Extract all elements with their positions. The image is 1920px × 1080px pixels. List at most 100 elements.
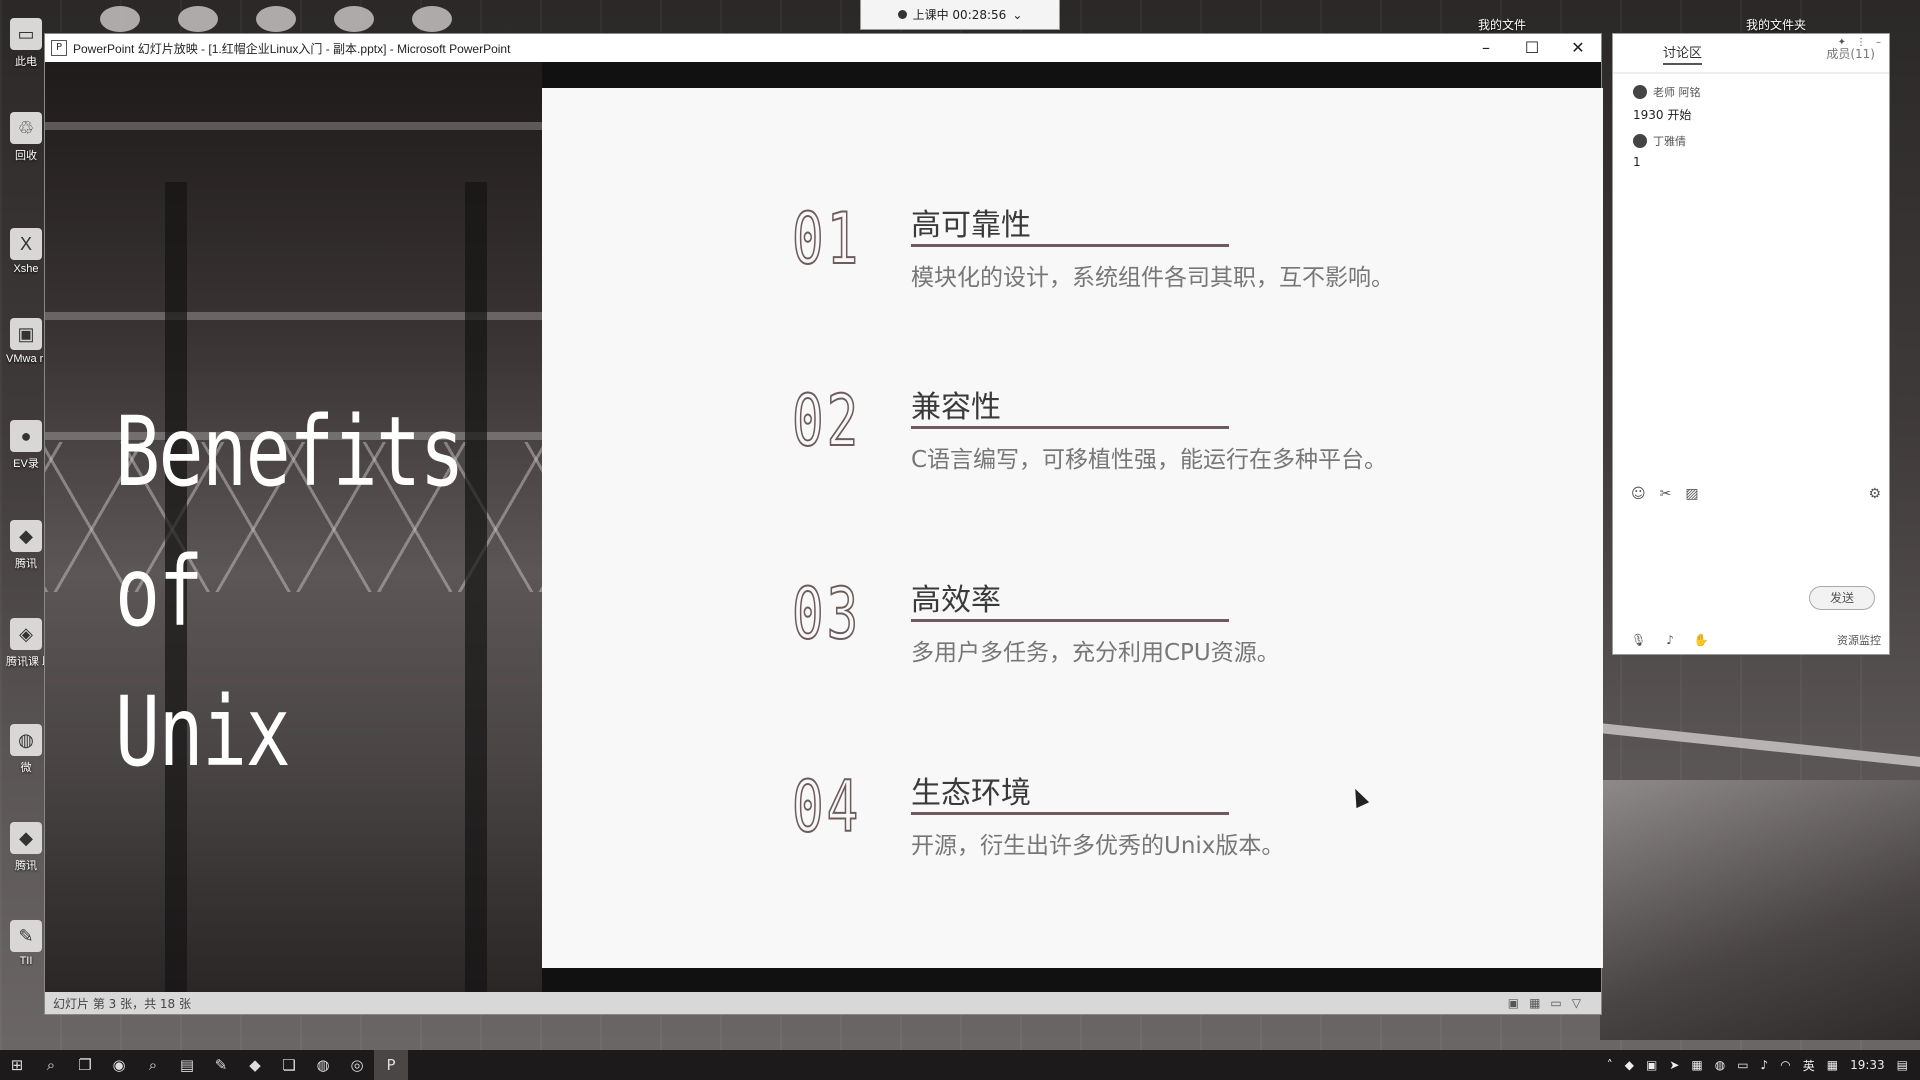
photo-beam [45, 122, 542, 130]
close-button[interactable]: ✕ [1555, 34, 1601, 62]
app-icon[interactable]: ◎ [340, 1050, 374, 1080]
item-description: C语言编写，可移植性强，能运行在多种平台。 [911, 447, 1388, 473]
desktop-icon[interactable]: ▭ 此电 [6, 18, 46, 69]
item-description: 多用户多任务，充分利用CPU资源。 [911, 640, 1280, 666]
search-app-icon[interactable]: ⌕ [136, 1050, 170, 1080]
tab-discussion[interactable]: 讨论区 [1663, 42, 1703, 65]
ime-indicator[interactable]: 英 [1803, 1057, 1815, 1074]
task-view-icon[interactable]: ❐ [68, 1050, 102, 1080]
discussion-panel: ✦ ⋮ – 讨论区 成员(11) 老师 阿铭 1930 开始 丁雅倩 1 ☺ ✂… [1612, 33, 1890, 655]
app-icon[interactable] [412, 6, 452, 32]
windows-start-icon[interactable]: ⊞ [0, 1050, 34, 1080]
clock[interactable]: 19:33 [1850, 1058, 1885, 1072]
desktop-icon[interactable]: ✎ TII [6, 920, 46, 967]
status-bar: 幻灯片 第 3 张，共 18 张 ▣ ▦ ▭ ▽ [45, 992, 1601, 1014]
send-icon[interactable]: ➤ [1669, 1058, 1679, 1072]
wifi-icon[interactable]: ◠ [1780, 1058, 1790, 1072]
desktop-icon[interactable]: ◈ 腾讯课 助 [6, 618, 46, 669]
app-icon[interactable]: ◆ [238, 1050, 272, 1080]
desktop-icon[interactable]: ▣ VMwa rkstatic [6, 318, 46, 365]
wechat-icon: ◍ [10, 724, 42, 756]
app-icon[interactable] [256, 6, 296, 32]
reading-view-icon[interactable]: ▭ [1550, 996, 1561, 1010]
desktop-icon[interactable]: ◍ 微 [6, 724, 46, 775]
item-number: 02 [791, 379, 862, 463]
message-author: 老师 阿铭 [1633, 84, 1875, 100]
computer-icon: ▭ [10, 18, 42, 50]
chevron-down-icon[interactable]: ⌄ [1012, 8, 1022, 22]
tencent-class-icon: ◈ [10, 618, 42, 650]
notification-icon[interactable]: ▤ [1897, 1058, 1908, 1072]
app-icon[interactable] [100, 6, 140, 32]
normal-view-icon[interactable]: ▣ [1508, 996, 1519, 1010]
slide-title-line: Unix [115, 676, 291, 788]
tray-app-icon[interactable]: ▦ [1691, 1058, 1702, 1072]
class-status-bar[interactable]: 上课中 00:28:56 ⌄ [860, 0, 1060, 30]
speaker-icon[interactable]: ♪ [1666, 633, 1674, 647]
slideshow-view-icon[interactable]: ▽ [1572, 996, 1581, 1010]
desktop-icons: ▭ 此电 ♲ 回收 X Xshe ▣ VMwa rkstatic ● EV录 ◆… [0, 0, 46, 1050]
desktop-icon[interactable]: ◆ 腾讯 [6, 822, 46, 873]
search-icon[interactable]: ⌕ [34, 1050, 68, 1080]
pin-icon[interactable]: ✦ [1838, 37, 1846, 48]
message-text: 1 [1633, 155, 1641, 169]
benefit-item: 03 高效率 多用户多任务，充分利用CPU资源。 [542, 572, 1603, 693]
benefit-item: 01 高可靠性 模块化的设计，系统组件各司其职，互不影响。 [542, 197, 1603, 318]
powerpoint-taskbar-icon[interactable]: P [374, 1050, 408, 1080]
desktop-icon[interactable]: ◆ 腾讯 [6, 520, 46, 571]
resource-monitor[interactable]: 资源监控 [1837, 632, 1881, 648]
chevron-up-icon[interactable]: ˄ [1607, 1058, 1613, 1072]
item-underline [911, 426, 1229, 429]
image-icon[interactable]: ▨ [1685, 486, 1698, 502]
chat-message: 丁雅倩 1 [1613, 123, 1889, 169]
slide-title: Benefits of Unix [115, 382, 465, 802]
tray-app-icon[interactable]: ◆ [1625, 1058, 1634, 1072]
scissors-icon[interactable]: ✂ [1660, 486, 1672, 502]
powerpoint-icon: P [51, 40, 67, 56]
tray-app-icon[interactable]: ▣ [1646, 1058, 1657, 1072]
handraise-icon[interactable]: ✋ [1694, 633, 1709, 647]
desktop-icon[interactable]: X Xshe [6, 228, 46, 275]
volume-icon[interactable]: ♪ [1761, 1058, 1769, 1072]
window-titlebar[interactable]: P PowerPoint 幻灯片放映 - [1.红帽企业Linux入门 - 副本… [45, 34, 1601, 62]
slide-title-line: of [115, 536, 204, 648]
item-description: 开源，衍生出许多优秀的Unix版本。 [911, 833, 1285, 859]
panel-controls: ✦ ⋮ – [1838, 37, 1881, 48]
system-tray: ˄ ◆ ▣ ➤ ▦ ◍ ▭ ♪ ◠ 英 ▦ 19:33 ▤ [1607, 1057, 1920, 1074]
app-icon[interactable] [178, 6, 218, 32]
keyboard-icon[interactable]: ▦ [1827, 1058, 1838, 1072]
slide-show-area[interactable]: Benefits of Unix 01 高可靠性 模块化的设计，系统组件各司其职… [45, 62, 1603, 992]
taskbar: ⊞ ⌕ ❐ ◉ ⌕ ▤ ✎ ◆ ❏ ◍ ◎ P ˄ ◆ ▣ ➤ ▦ ◍ ▭ ♪ … [0, 1050, 1920, 1080]
emoji-icon[interactable]: ☺ [1631, 486, 1646, 502]
item-number: 04 [791, 765, 862, 849]
app-icon[interactable] [334, 6, 374, 32]
top-app-icons [100, 6, 452, 32]
minimize-icon[interactable]: – [1876, 37, 1881, 48]
desktop-icon[interactable]: ♲ 回收 [6, 112, 46, 163]
item-underline [911, 619, 1229, 622]
slide-background-photo: Benefits of Unix [45, 62, 542, 992]
app-icon[interactable]: ◍ [306, 1050, 340, 1080]
folder-label-left[interactable]: 我的文件 [1478, 16, 1526, 33]
avatar [1633, 85, 1647, 99]
maximize-button[interactable]: ☐ [1509, 34, 1555, 62]
notes-icon[interactable]: ✎ [204, 1050, 238, 1080]
app-icon[interactable]: ❏ [272, 1050, 306, 1080]
class-status-text: 上课中 00:28:56 [912, 8, 1007, 22]
battery-icon[interactable]: ▭ [1737, 1058, 1748, 1072]
item-heading: 高可靠性 [911, 208, 1031, 243]
benefit-item: 04 生态环境 开源，衍生出许多优秀的Unix版本。 [542, 765, 1603, 886]
folder-icon[interactable]: ▤ [170, 1050, 204, 1080]
minimize-button[interactable]: – [1463, 34, 1509, 62]
author-name: 老师 阿铭 [1653, 86, 1701, 99]
send-button[interactable]: 发送 [1809, 586, 1875, 610]
chrome-icon[interactable]: ◉ [102, 1050, 136, 1080]
sorter-view-icon[interactable]: ▦ [1529, 996, 1540, 1010]
tray-app-icon[interactable]: ◍ [1715, 1058, 1725, 1072]
folder-label-right[interactable]: 我的文件夹 [1746, 16, 1806, 33]
microphone-icon[interactable]: 🎙 [1631, 633, 1646, 647]
desktop-icon[interactable]: ● EV录 [6, 420, 46, 471]
more-icon[interactable]: ⋮ [1856, 37, 1866, 48]
settings-icon[interactable]: ⚙ [1868, 486, 1881, 502]
item-heading: 生态环境 [911, 776, 1031, 811]
